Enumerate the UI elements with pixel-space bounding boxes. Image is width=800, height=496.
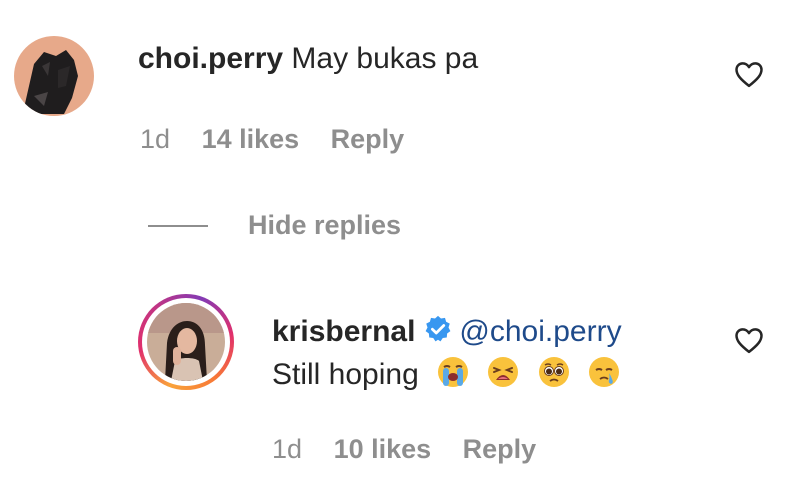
reply-header: krisbernal @choi.perry — [272, 314, 622, 347]
verified-badge-icon — [426, 315, 451, 342]
hide-replies-button[interactable]: Hide replies — [148, 210, 401, 241]
reply-text-line: Still hoping — [272, 356, 630, 390]
comment-likes[interactable]: 14 likes — [202, 124, 300, 154]
tired-face-icon — [488, 357, 519, 387]
mention-link[interactable]: @choi.perry — [459, 315, 621, 348]
heart-outline-icon[interactable] — [734, 326, 764, 354]
reply-text: Still hoping — [272, 358, 419, 391]
face-holding-back-tears-icon — [589, 357, 620, 387]
story-ring[interactable] — [138, 294, 234, 390]
reply-likes[interactable]: 10 likes — [334, 434, 432, 464]
hide-replies-label: Hide replies — [248, 210, 402, 240]
comment-thread: choi.perry May bukas pa 1d 14 likes Repl… — [0, 0, 800, 496]
reply-username[interactable]: krisbernal — [272, 315, 415, 348]
pleading-face-icon — [538, 357, 569, 387]
reply-button[interactable]: Reply — [331, 124, 405, 154]
comment-meta: 1d 14 likes Reply — [140, 126, 428, 153]
comment-body: choi.perry May bukas pa — [138, 44, 478, 74]
divider — [148, 224, 208, 227]
reply-meta: 1d 10 likes Reply — [272, 436, 560, 463]
comment-text: May bukas pa — [291, 42, 479, 75]
comment-username[interactable]: choi.perry — [138, 42, 283, 75]
avatar[interactable] — [14, 36, 94, 116]
loudly-crying-face-icon — [438, 357, 469, 387]
comment-time: 1d — [140, 124, 171, 154]
avatar — [147, 303, 225, 381]
avatar-woman-photo-icon — [147, 303, 225, 381]
heart-outline-icon[interactable] — [734, 60, 764, 88]
reply-button[interactable]: Reply — [463, 434, 537, 464]
reply-time: 1d — [272, 434, 303, 464]
avatar-dark-figure-icon — [14, 36, 94, 116]
